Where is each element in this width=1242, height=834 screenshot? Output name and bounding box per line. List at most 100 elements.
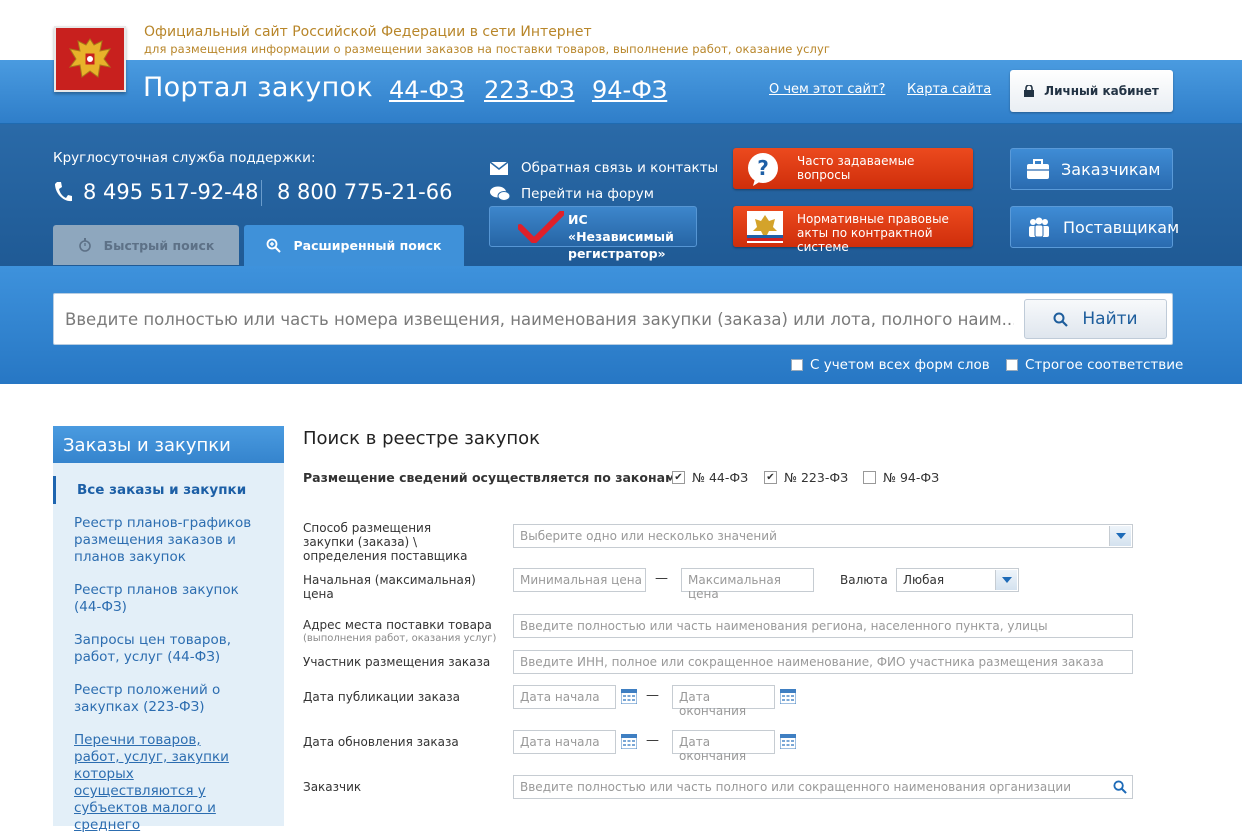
all-forms-option[interactable]: С учетом всех форм слов (791, 357, 990, 373)
independent-registrar-button[interactable]: ИС «Независимый регистратор» (489, 206, 697, 261)
currency-label: Валюта (840, 573, 888, 587)
address-label: Адрес места поставки товара (выполнения р… (303, 618, 508, 646)
about-link[interactable]: О чем этот сайт? (769, 82, 885, 97)
upd-date-dash: — (646, 733, 659, 748)
law-checkbox-44fz[interactable]: ✔ № 44-ФЗ (672, 470, 748, 485)
customers-button[interactable]: Заказчикам (1010, 148, 1173, 190)
law-checkbox-94fz[interactable]: № 94-ФЗ (863, 470, 939, 485)
participant-label: Участник размещения заказа (303, 655, 491, 669)
sidebar-item-plan-schedules[interactable]: Реестр планов-графиков размещения заказо… (74, 515, 254, 566)
upd-date-start-input[interactable]: Дата начала (513, 730, 616, 754)
support-label: Круглосуточная служба поддержки: (53, 150, 316, 166)
price-max-input[interactable]: Максимальная цена (681, 568, 814, 601)
calendar-icon[interactable] (621, 734, 637, 749)
find-button[interactable]: Найти (1024, 299, 1167, 339)
law-44-label: № 44-ФЗ (692, 470, 749, 485)
sitemap-link[interactable]: Карта сайта (907, 82, 991, 97)
strict-match-option[interactable]: Строгое соответствие (1006, 357, 1183, 373)
participant-input[interactable]: Введите ИНН, полное или сокращенное наим… (513, 650, 1133, 674)
feedback-link[interactable]: Обратная связь и контакты (490, 160, 718, 176)
suppliers-button[interactable]: Поставщикам (1010, 206, 1179, 248)
customer-label: Заказчик (303, 780, 362, 794)
coat-of-arms-logo[interactable] (54, 26, 126, 92)
checkbox-checked-icon[interactable]: ✔ (764, 471, 777, 484)
calendar-icon[interactable] (780, 734, 796, 749)
all-forms-checkbox[interactable] (791, 359, 803, 371)
search-input[interactable] (54, 294, 1014, 344)
method-select[interactable]: Выберите одно или несколько значений (513, 524, 1133, 548)
calendar-icon[interactable] (621, 689, 637, 704)
pub-date-dash: — (646, 688, 659, 703)
chat-bubbles-icon (490, 186, 510, 201)
tab-fast-search[interactable]: Быстрый поиск (53, 225, 239, 265)
law-link-223fz[interactable]: 223-ФЗ (484, 76, 575, 104)
method-placeholder: Выберите одно или несколько значений (520, 529, 777, 543)
find-label: Найти (1082, 309, 1138, 329)
law-223-label: № 223-ФЗ (784, 470, 849, 485)
red-checkmark-icon (518, 211, 564, 243)
address-label-text: Адрес места поставки товара (303, 618, 492, 632)
briefcase-icon (1027, 159, 1049, 179)
sidebar-item-purchase-plans[interactable]: Реестр планов закупок (44-ФЗ) (74, 582, 254, 616)
forum-label: Перейти на форум (521, 186, 654, 202)
address-input[interactable]: Введите полностью или часть наименования… (513, 614, 1133, 638)
search-icon[interactable] (1113, 780, 1127, 794)
currency-select[interactable]: Любая (896, 568, 1019, 592)
checkbox-checked-icon[interactable]: ✔ (672, 471, 685, 484)
customers-label: Заказчикам (1061, 159, 1161, 179)
sidebar-item-procurement-regulations[interactable]: Реестр положений о закупках (223-ФЗ) (74, 682, 254, 716)
tab-extended-search[interactable]: Расширенный поиск (244, 225, 464, 266)
phone-icon (55, 182, 72, 202)
law-94-label: № 94-ФЗ (883, 470, 940, 485)
pub-date-start-input[interactable]: Дата начала (513, 685, 616, 709)
document-emblem-icon (747, 211, 783, 243)
sidebar: Заказы и закупки Все заказы и закупки Ре… (53, 426, 284, 833)
tab-fast-label: Быстрый поиск (103, 237, 215, 253)
phone-number-2[interactable]: 8 800 775-21-66 (277, 180, 452, 204)
normative-acts-button[interactable]: Нормативные правовые акты по контрактной… (733, 206, 973, 254)
question-bubble-icon: ? (748, 153, 778, 186)
chevron-down-icon[interactable] (995, 570, 1017, 590)
strict-match-checkbox[interactable] (1006, 359, 1018, 371)
faq-label: Часто задаваемые вопросы (797, 154, 915, 182)
strict-match-label: Строгое соответствие (1025, 357, 1184, 373)
site-subtitle: для размещения информации о размещении з… (144, 42, 831, 56)
feedback-label: Обратная связь и контакты (521, 160, 719, 176)
pub-date-end-input[interactable]: Дата окончания (672, 685, 775, 718)
calendar-icon[interactable] (780, 689, 796, 704)
stopwatch-icon (78, 238, 91, 252)
price-label: Начальная (максимальная) цена (303, 573, 476, 601)
chevron-down-icon[interactable] (1109, 526, 1131, 546)
sidebar-item-all-orders[interactable]: Все заказы и закупки (53, 476, 284, 504)
upd-date-end-input[interactable]: Дата окончания (672, 730, 775, 763)
law-link-94fz[interactable]: 94-ФЗ (592, 76, 667, 104)
upd-date-label: Дата обновления заказа (303, 735, 459, 749)
checkbox-empty-icon[interactable] (863, 471, 876, 484)
sidebar-title: Заказы и закупки (53, 426, 284, 463)
laws-label: Размещение сведений осуществляется по за… (303, 470, 676, 485)
phone-number-1[interactable]: 8 495 517-92-48 (83, 180, 258, 204)
zoom-in-icon (267, 238, 282, 253)
method-label: Способ размещения закупки (заказа) \ опр… (303, 521, 468, 563)
forum-link[interactable]: Перейти на форум (490, 186, 654, 202)
sidebar-item-small-business-lists[interactable]: Перечни товаров, работ, услуг, закупки к… (74, 732, 244, 834)
page-title: Поиск в реестре закупок (303, 428, 541, 449)
search-box: Найти (53, 293, 1173, 345)
svg-text:?: ? (757, 156, 769, 180)
law-link-44fz[interactable]: 44-ФЗ (389, 76, 464, 104)
group-icon (1029, 217, 1049, 237)
registrar-label: ИС «Независимый регистратор» (568, 212, 674, 261)
faq-button[interactable]: ? Часто задаваемые вопросы (733, 148, 973, 189)
law-checkbox-223fz[interactable]: ✔ № 223-ФЗ (764, 470, 848, 485)
portal-name[interactable]: Портал закупок (143, 72, 373, 103)
price-dash: — (655, 571, 668, 586)
personal-cabinet-button[interactable]: Личный кабинет (1010, 70, 1173, 112)
sidebar-item-price-requests[interactable]: Запросы цен товаров, работ, услуг (44-ФЗ… (74, 632, 254, 666)
price-min-input[interactable]: Минимальная цена (513, 568, 646, 592)
search-icon (1053, 312, 1069, 327)
envelope-icon (490, 161, 508, 175)
customer-placeholder: Введите полностью или часть полного или … (520, 780, 1072, 794)
phone-divider (261, 180, 262, 206)
cabinet-label: Личный кабинет (1044, 84, 1159, 98)
customer-input[interactable]: Введите полностью или часть полного или … (513, 775, 1133, 799)
